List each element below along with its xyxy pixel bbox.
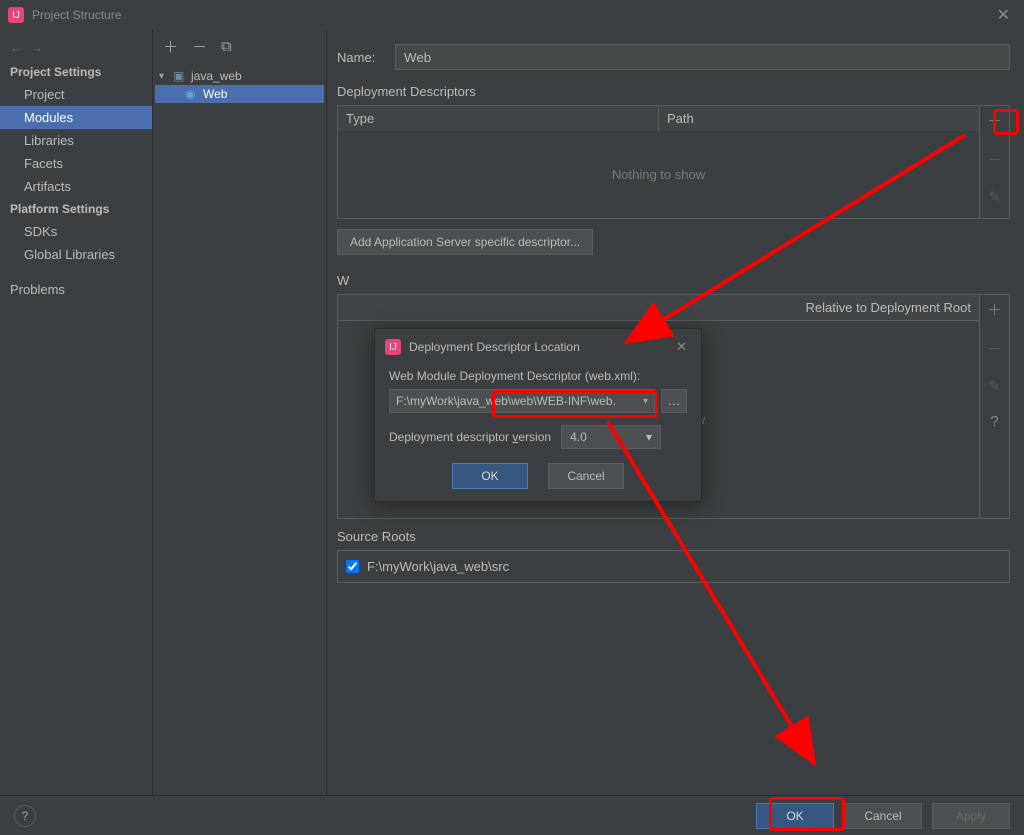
table-edit-icon[interactable]: ✎	[988, 188, 1001, 206]
chevron-down-icon: ▾	[646, 430, 652, 444]
res-help-icon[interactable]: ?	[990, 413, 998, 430]
bottom-button-bar: ? OK Cancel Apply	[0, 795, 1024, 835]
column-path: Path	[659, 106, 979, 131]
apply-button[interactable]: Apply	[932, 803, 1010, 829]
version-label: Deployment descriptor version	[389, 430, 551, 444]
table-remove-icon[interactable]: －	[987, 149, 1002, 170]
web-facet-icon: ◉	[185, 87, 199, 101]
forward-arrow-icon[interactable]: →	[30, 40, 43, 55]
dialog-close-icon[interactable]: ✕	[670, 337, 693, 357]
nav-history: ← →	[0, 40, 152, 61]
tree-toolbar: ＋ － ⧉	[153, 30, 326, 63]
web-resource-label: W	[337, 273, 349, 288]
intellij-icon: IJ	[385, 339, 401, 355]
sidebar-item-facets[interactable]: Facets	[0, 152, 152, 175]
table-add-icon[interactable]: ＋	[987, 110, 1002, 131]
close-icon[interactable]: ✕	[991, 3, 1016, 27]
source-root-path: F:\myWork\java_web\src	[367, 559, 509, 574]
name-label: Name:	[337, 50, 385, 65]
tree: ▾ ▣ java_web ◉ Web	[153, 63, 326, 107]
settings-sidebar: ← → Project Settings Project Modules Lib…	[0, 30, 153, 835]
version-combo[interactable]: 4.0 ▾	[561, 425, 661, 449]
column-relative: Relative to Deployment Root	[338, 295, 979, 321]
module-tree-panel: ＋ － ⧉ ▾ ▣ java_web ◉ Web	[153, 30, 327, 835]
chevron-down-icon: ▾	[159, 71, 169, 82]
column-type: Type	[338, 106, 659, 131]
window-title: Project Structure	[32, 8, 991, 22]
res-edit-icon[interactable]: ✎	[988, 377, 1001, 395]
tree-item-web[interactable]: ◉ Web	[155, 85, 324, 103]
descriptor-path-combo[interactable]: F:\myWork\java_web\web\WEB-INF\web. ▾	[389, 389, 655, 413]
help-icon[interactable]: ?	[14, 805, 36, 827]
dialog-cancel-button[interactable]: Cancel	[548, 463, 624, 489]
sidebar-item-modules[interactable]: Modules	[0, 106, 152, 129]
version-text: 4.0	[570, 430, 587, 444]
source-root-checkbox[interactable]	[346, 560, 359, 573]
dialog-ok-button[interactable]: OK	[452, 463, 528, 489]
tree-item-label: Web	[203, 87, 227, 101]
remove-icon[interactable]: －	[192, 36, 207, 57]
tree-root-label: java_web	[191, 69, 242, 83]
sidebar-heading-platform: Platform Settings	[0, 198, 152, 220]
module-folder-icon: ▣	[173, 69, 187, 83]
table-empty-text: Nothing to show	[338, 131, 979, 218]
tree-root-java-web[interactable]: ▾ ▣ java_web	[155, 67, 324, 85]
sidebar-item-global-libs[interactable]: Global Libraries	[0, 243, 152, 266]
intellij-icon: IJ	[8, 7, 24, 23]
deployment-descriptor-location-dialog: IJ Deployment Descriptor Location ✕ Web …	[374, 328, 702, 502]
source-root-item[interactable]: F:\myWork\java_web\src	[346, 559, 1001, 574]
chevron-down-icon: ▾	[643, 396, 648, 407]
browse-button[interactable]: …	[661, 389, 687, 413]
source-roots-box: F:\myWork\java_web\src	[337, 550, 1010, 583]
cancel-button[interactable]: Cancel	[844, 803, 922, 829]
deployment-descriptors-table: Type Path Nothing to show ＋ － ✎	[337, 105, 1010, 219]
back-arrow-icon[interactable]: ←	[10, 40, 23, 55]
add-server-descriptor-button[interactable]: Add Application Server specific descript…	[337, 229, 593, 255]
source-roots-title: Source Roots	[337, 529, 1010, 544]
res-remove-icon[interactable]: －	[987, 338, 1002, 359]
name-input[interactable]	[395, 44, 1010, 70]
dialog-title: Deployment Descriptor Location	[409, 340, 670, 354]
sidebar-item-problems[interactable]: Problems	[0, 278, 152, 301]
title-bar: IJ Project Structure ✕	[0, 0, 1024, 30]
sidebar-heading-project: Project Settings	[0, 61, 152, 83]
descriptor-field-label: Web Module Deployment Descriptor (web.xm…	[389, 369, 687, 383]
deployment-descriptors-title: Deployment Descriptors	[337, 84, 1010, 99]
ok-button[interactable]: OK	[756, 803, 834, 829]
descriptor-path-text: F:\myWork\java_web\web\WEB-INF\web.	[396, 394, 616, 408]
sidebar-item-project[interactable]: Project	[0, 83, 152, 106]
res-add-icon[interactable]: ＋	[987, 299, 1002, 320]
copy-icon[interactable]: ⧉	[221, 38, 232, 55]
sidebar-item-libraries[interactable]: Libraries	[0, 129, 152, 152]
add-icon[interactable]: ＋	[163, 36, 178, 57]
sidebar-item-sdks[interactable]: SDKs	[0, 220, 152, 243]
sidebar-item-artifacts[interactable]: Artifacts	[0, 175, 152, 198]
